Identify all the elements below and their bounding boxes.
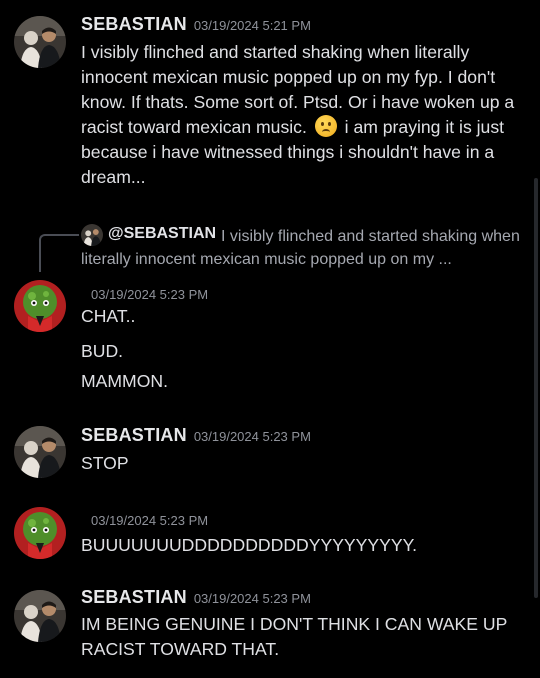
- reply-username[interactable]: @SEBASTIAN: [108, 225, 216, 243]
- sebastian-avatar[interactable]: [14, 590, 66, 642]
- timestamp: 03/19/2024 5:23 PM: [193, 429, 311, 444]
- username[interactable]: SEBASTIAN: [81, 14, 187, 34]
- message-line: CHAT..: [81, 306, 136, 326]
- green-character-avatar[interactable]: [14, 507, 66, 559]
- message-line: BUD.: [81, 341, 124, 361]
- message-text: BUUUUUUUDDDDDDDDDDYYYYYYYYY.: [81, 535, 417, 555]
- message-header: 03/19/2024 5:23 PM: [81, 283, 208, 304]
- message-text: I visibly flinched and started shaking w…: [81, 40, 529, 190]
- green-character-avatar[interactable]: [14, 280, 66, 332]
- timestamp: 03/19/2024 5:23 PM: [91, 513, 209, 528]
- reply-connector-line: [39, 234, 79, 272]
- message-header: 03/19/2024 5:23 PM: [81, 509, 208, 530]
- message-header: SEBASTIAN 03/19/2024 5:21 PM: [81, 14, 311, 35]
- sebastian-avatar[interactable]: [14, 426, 66, 478]
- frowning-face-emoji: [314, 115, 337, 137]
- sebastian-avatar[interactable]: [14, 16, 66, 68]
- scrollbar[interactable]: [534, 178, 538, 598]
- message-header: SEBASTIAN 03/19/2024 5:23 PM: [81, 587, 311, 608]
- username[interactable]: SEBASTIAN: [81, 425, 187, 445]
- message-header: SEBASTIAN 03/19/2024 5:23 PM: [81, 425, 311, 446]
- message-text: IM BEING GENUINE I DON'T THINK I CAN WAK…: [81, 614, 512, 659]
- timestamp: 03/19/2024 5:23 PM: [193, 591, 311, 606]
- timestamp: 03/19/2024 5:23 PM: [91, 287, 209, 302]
- message-line: MAMMON.: [81, 371, 168, 391]
- timestamp: 03/19/2024 5:21 PM: [193, 18, 311, 33]
- username[interactable]: SEBASTIAN: [81, 587, 187, 607]
- message-text: STOP: [81, 453, 129, 473]
